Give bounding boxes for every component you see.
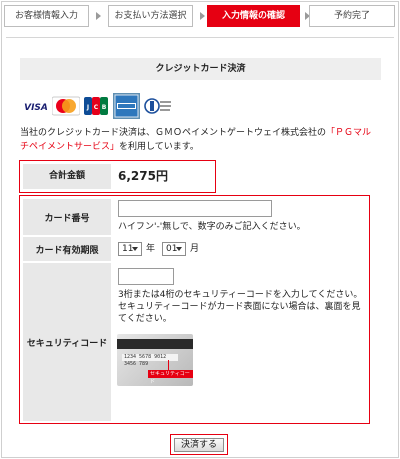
visa-logo: VISA	[22, 96, 50, 116]
security-code-input[interactable]	[118, 268, 174, 285]
expiry-month-unit: 月	[190, 244, 200, 254]
submit-payment-button[interactable]: 決済する	[174, 438, 224, 452]
payment-notice: 当社のクレジットカード決済は、ＧＭＯペイメントゲートウェイ株式会社の「ＰＧマルチ…	[20, 126, 380, 154]
card-number-cell: ハイフン'-'無しで、数字のみご記入ください。	[114, 199, 367, 235]
notice-text: 当社のクレジットカード決済は、ＧＭＯペイメントゲートウェイ株式会社の	[20, 128, 327, 138]
card-signature-number: 1234 5678 9012 3456 789	[122, 354, 178, 367]
chevron-down-icon	[132, 247, 138, 251]
card-expiry-cell: 11 年 01 月	[114, 237, 367, 261]
card-expiry-label: カード有効期限	[23, 237, 111, 261]
svg-text:VISA: VISA	[24, 103, 48, 113]
step-reservation-complete: 予約完了	[309, 5, 395, 27]
notice-text-end: を利用しています。	[119, 142, 199, 152]
security-code-pointer	[168, 360, 169, 370]
chevron-down-icon	[176, 247, 182, 251]
security-code-tag: セキュリティコード	[148, 370, 193, 385]
card-back-image: 1234 5678 9012 3456 789 セキュリティコード	[117, 334, 193, 386]
submit-highlight: 決済する	[170, 434, 228, 455]
progress-steps: お客様情報入力 お支払い方法選択 入力情報の確認 予約完了	[4, 5, 396, 27]
step-payment-method: お支払い方法選択	[108, 5, 193, 27]
card-form: カード番号 ハイフン'-'無しで、数字のみご記入ください。 カード有効期限 11…	[19, 195, 370, 424]
jcb-logo: J C B	[84, 97, 108, 115]
section-title: クレジットカード決済	[20, 58, 381, 80]
svg-text:B: B	[102, 104, 107, 111]
expiry-year-unit: 年	[146, 244, 156, 254]
amex-logo	[113, 93, 140, 119]
magnetic-stripe	[117, 339, 193, 349]
card-number-input[interactable]	[118, 200, 272, 217]
step-arrow-icon	[200, 12, 205, 20]
svg-text:J: J	[86, 104, 89, 111]
expiry-month-select[interactable]: 11	[118, 242, 142, 256]
divider	[6, 37, 394, 38]
expiry-day-select[interactable]: 01	[162, 242, 186, 256]
security-code-hint-2: セキュリティーコードがカード表面にない場合は、裏面を見てください。	[118, 302, 361, 324]
total-amount-value: 6,275円	[118, 169, 168, 183]
card-number-label: カード番号	[23, 199, 111, 235]
mastercard-logo	[52, 96, 80, 116]
step-confirm-input: 入力情報の確認	[207, 5, 300, 27]
security-code-hint-1: 3桁または4桁のセキュリティーコードを入力してください。	[118, 290, 363, 300]
step-arrow-icon	[96, 12, 101, 20]
total-amount-box: 合計金額 6,275円	[19, 160, 216, 193]
security-code-label: セキュリティコード	[23, 263, 111, 421]
step-customer-info: お客様情報入力	[4, 5, 89, 27]
total-amount-label: 合計金額	[23, 164, 111, 189]
card-number-hint: ハイフン'-'無しで、数字のみご記入ください。	[118, 222, 306, 232]
svg-text:C: C	[94, 104, 99, 111]
diners-logo	[144, 98, 171, 114]
